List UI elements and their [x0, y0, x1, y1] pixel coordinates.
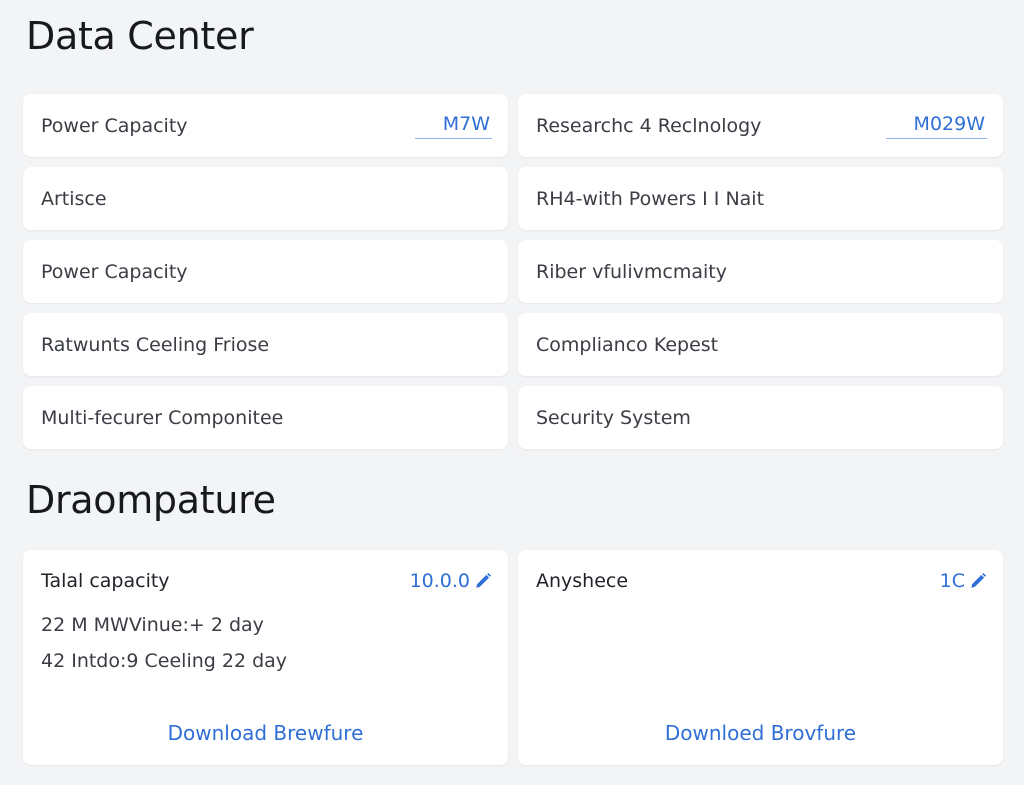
section-title: Draompature [26, 478, 276, 522]
spec-label: Security System [536, 406, 691, 429]
spec-label: Researchc 4 Reclnology [536, 114, 762, 137]
pencil-icon[interactable] [474, 572, 492, 590]
card-metric-edit[interactable]: 10.0.0 [410, 570, 492, 592]
spec-grid: Power Capacity M7W Researchc 4 Reclnolog… [23, 94, 1003, 449]
download-brochure-link[interactable]: Downloed Brovfure [518, 721, 1003, 745]
spec-label: Ratwunts Ceeling Friose [41, 333, 270, 356]
spec-row[interactable]: Riber vfulivmcmaity [518, 240, 1003, 303]
spec-label: Power Capacity [41, 260, 188, 283]
spec-label: RH4-with Powers I I Nait [536, 187, 765, 210]
spec-row[interactable]: Ratwunts Ceeling Friose [23, 313, 508, 376]
anyshece-card: Anyshece 1C Downloed Brovfure [518, 550, 1003, 765]
card-detail-line: 42 Intdo:9 Ceeling 22 day [41, 650, 288, 672]
data-center-page: Data Center Power Capacity M7W Researchc… [0, 0, 1024, 785]
spec-label: Artisce [41, 187, 107, 210]
spec-label: Power Capacity [41, 114, 188, 137]
card-header: Talal capacity 10.0.0 [41, 568, 492, 594]
spec-label: Riber vfulivmcmaity [536, 260, 727, 283]
spec-row[interactable]: Security System [518, 386, 1003, 449]
capacity-card: Talal capacity 10.0.0 22 M MWVinue:+ 2 d… [23, 550, 508, 765]
spec-row[interactable]: Multi-fecurer Componitee [23, 386, 508, 449]
card-metric-value: 10.0.0 [409, 570, 470, 592]
spec-row[interactable]: Power Capacity M7W [23, 94, 508, 157]
page-title: Data Center [26, 14, 254, 58]
spec-row[interactable]: RH4-with Powers I I Nait [518, 167, 1003, 230]
card-title: Anyshece [536, 570, 629, 592]
detail-cards: Talal capacity 10.0.0 22 M MWVinue:+ 2 d… [23, 550, 1003, 765]
spec-row[interactable]: Artisce [23, 167, 508, 230]
spec-label: Complianco Kepest [536, 333, 719, 356]
spec-row[interactable]: Power Capacity [23, 240, 508, 303]
card-detail-line: 22 M MWVinue:+ 2 day [41, 614, 264, 636]
spec-label: Multi-fecurer Componitee [41, 406, 284, 429]
spec-row[interactable]: Complianco Kepest [518, 313, 1003, 376]
spec-value-link[interactable]: M7W [414, 112, 492, 139]
spec-value-link[interactable]: M029W [885, 112, 987, 139]
download-brochure-link[interactable]: Download Brewfure [23, 721, 508, 745]
card-metric-edit[interactable]: 1C [940, 570, 987, 592]
card-header: Anyshece 1C [536, 568, 987, 594]
spec-row[interactable]: Researchc 4 Reclnology M029W [518, 94, 1003, 157]
card-title: Talal capacity [41, 570, 170, 592]
pencil-icon[interactable] [969, 572, 987, 590]
card-metric-value: 1C [939, 570, 965, 592]
